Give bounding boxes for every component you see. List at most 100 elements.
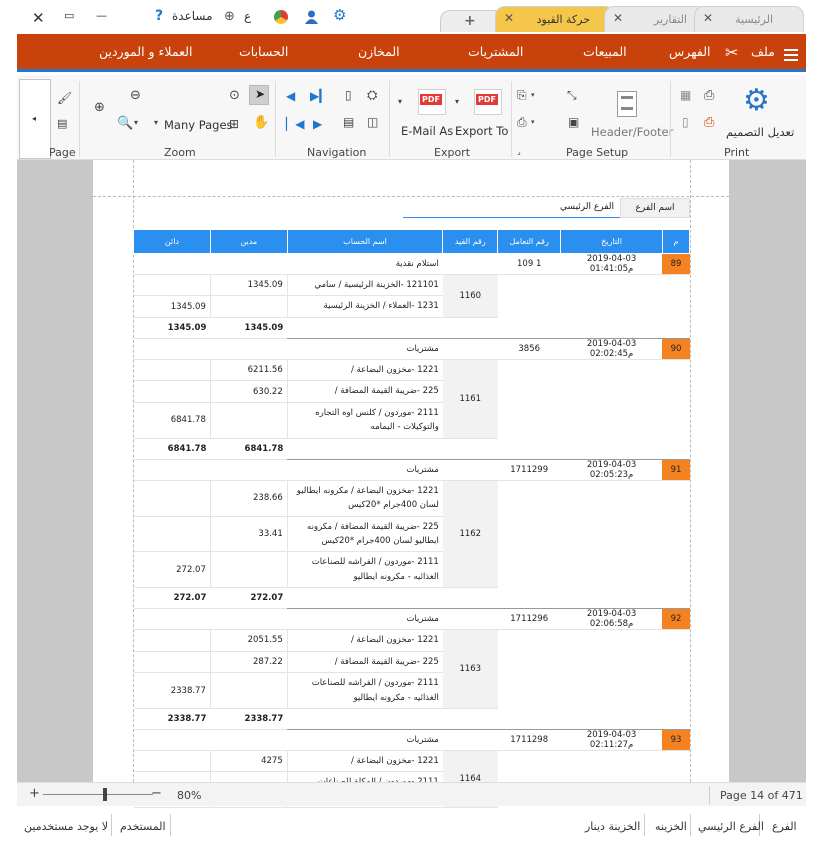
- entry-date: 2019-04-03 01:41:05م: [560, 253, 663, 275]
- export-to-label[interactable]: Export To: [455, 124, 508, 138]
- entry-header-row: مشتريات 1711298 2019-04-03 02:11:27م 93: [133, 729, 690, 751]
- quick-print-icon[interactable]: ⎙: [704, 115, 714, 130]
- close-app-icon[interactable]: ✕: [32, 9, 45, 27]
- entry-serial: 91: [662, 459, 690, 481]
- entry-serial: 90: [662, 338, 690, 360]
- zoom-slider-thumb[interactable]: [103, 788, 107, 801]
- page-setup-small-icon[interactable]: ▯: [682, 115, 689, 129]
- hamburger-menu-icon[interactable]: [784, 46, 798, 65]
- thumbnails-icon[interactable]: ◫: [367, 115, 378, 129]
- page-info: Page 14 of 471: [720, 789, 803, 802]
- report-page: اسم الفرع الفرع الرئيسي دائن مدين اسم ال…: [93, 160, 729, 830]
- line-account: 2111 -موردون / كلنس اوه التجاره والتوكيل…: [287, 402, 443, 439]
- status-branch-value: الفرع الرئيسي: [698, 820, 764, 833]
- many-pages-icon[interactable]: ⊞: [229, 117, 239, 131]
- parameters-icon[interactable]: ▤: [343, 115, 354, 129]
- line-credit: [133, 480, 211, 517]
- header-deal-no: رقم التعامل: [497, 229, 562, 254]
- ribbon-scroll-left-button[interactable]: ◂: [19, 79, 51, 159]
- watermark-icon[interactable]: ▤: [57, 117, 67, 130]
- menu-index[interactable]: الفهرس: [669, 44, 711, 59]
- next-page-icon[interactable]: ▶: [313, 117, 322, 131]
- language-label[interactable]: ع: [244, 9, 251, 23]
- email-as-label[interactable]: E-Mail As: [401, 124, 453, 138]
- many-pages-dropdown-icon[interactable]: ▾: [154, 118, 158, 127]
- menu-accounts[interactable]: الحسابات: [239, 44, 288, 59]
- zoom-in-icon[interactable]: ⊕: [94, 100, 105, 115]
- zoom-page-icon[interactable]: ⊙: [229, 88, 240, 103]
- zoom-minus-button[interactable]: −: [151, 786, 162, 801]
- entry-type: مشتريات: [133, 729, 443, 751]
- hand-tool-icon[interactable]: ✋: [253, 115, 269, 130]
- line-credit: [133, 516, 211, 553]
- zoom-slider-track[interactable]: [43, 794, 153, 795]
- entry-line-row: 6211.56 1221 -مخزون البضاعة /1161: [133, 359, 690, 439]
- help-icon[interactable]: ?: [155, 8, 163, 24]
- email-pdf-icon[interactable]: PDF: [418, 89, 446, 115]
- margins-icon[interactable]: ⤡: [567, 88, 577, 103]
- page-color-icon[interactable]: 🖌: [57, 91, 72, 105]
- menu-purchases[interactable]: المشتريات: [468, 44, 523, 59]
- print-options-icon[interactable]: ▦: [680, 88, 691, 102]
- print-icon[interactable]: ⎙: [704, 88, 714, 103]
- email-dropdown-icon[interactable]: ▾: [398, 97, 402, 106]
- document-preview-area[interactable]: اسم الفرع الفرع الرئيسي دائن مدين اسم ال…: [17, 160, 806, 830]
- many-pages-label[interactable]: Many Pages: [164, 118, 233, 132]
- pointer-tool-button[interactable]: ➤: [249, 85, 269, 105]
- app-logo-icon[interactable]: [274, 10, 288, 24]
- paper-size-icon[interactable]: ⎙: [517, 115, 527, 130]
- zoom-plus-button[interactable]: +: [29, 786, 40, 801]
- page-setup-launcher-icon[interactable]: ⌟: [517, 147, 521, 156]
- line-credit: 272.07: [133, 551, 211, 589]
- last-page-icon[interactable]: ▶▎: [310, 89, 328, 103]
- minimize-icon[interactable]: —: [96, 9, 107, 22]
- menu-customers-suppliers[interactable]: العملاء و الموردين: [99, 44, 192, 59]
- entry-total-row: 6841.78 6841.78: [133, 437, 690, 460]
- maximize-icon[interactable]: ▭: [64, 9, 74, 22]
- zoom-out-icon[interactable]: ⊖: [130, 88, 141, 103]
- export-dropdown-icon[interactable]: ▾: [455, 97, 459, 106]
- tab-home[interactable]: ✕ الرئيسية: [694, 6, 804, 32]
- line-debit: [210, 672, 288, 709]
- zoom-icon[interactable]: 🔍: [117, 116, 133, 131]
- entry-number: 1162: [442, 480, 498, 589]
- ribbon-toolbar: ◂ 🖌 ▤ Page ⊕ ⊖ 🔍 ▾ ▾ Many Pages ⊞ ⊙ ➤ ✋ …: [17, 75, 806, 160]
- bookmarks-icon[interactable]: ▯: [345, 88, 352, 102]
- user-icon[interactable]: [305, 9, 318, 24]
- zoom-dropdown-icon[interactable]: ▾: [134, 118, 138, 127]
- paper-size-dropdown-icon[interactable]: ▾: [531, 118, 535, 126]
- header-footer-icon[interactable]: [617, 91, 637, 117]
- edit-design-label[interactable]: تعديل التصميم: [726, 125, 794, 139]
- entry-date: 2019-04-03 02:05:23م: [560, 459, 663, 481]
- header-footer-label[interactable]: Header/Footer: [591, 125, 673, 139]
- export-pdf-icon[interactable]: PDF: [474, 89, 502, 115]
- orientation-icon[interactable]: ⎘: [517, 88, 527, 103]
- total-debit: 6841.78: [210, 437, 288, 460]
- tab-journal-movements[interactable]: ✕ حركة القيود: [495, 6, 615, 32]
- line-debit: 287.22: [210, 651, 288, 674]
- previous-page-icon[interactable]: ◀: [286, 89, 295, 103]
- entry-serial: 93: [662, 729, 690, 751]
- line-debit: 4275: [210, 750, 288, 773]
- entry-type: استلام نقدية: [133, 253, 443, 275]
- menu-file[interactable]: ملف: [751, 44, 775, 59]
- close-tab-icon[interactable]: ✕: [703, 11, 713, 25]
- status-treasury-value: الخزينة دينار: [585, 820, 641, 833]
- globe-icon[interactable]: ⊕: [224, 9, 235, 24]
- orientation-dropdown-icon[interactable]: ▾: [531, 91, 535, 99]
- entry-date: 2019-04-03 02:02:45م: [560, 338, 663, 360]
- close-tab-icon[interactable]: ✕: [613, 11, 623, 25]
- edit-design-gear-icon[interactable]: ⚙: [743, 83, 770, 118]
- close-tab-icon[interactable]: ✕: [504, 11, 514, 25]
- tab-reports[interactable]: ✕ التقارير: [604, 6, 708, 32]
- find-binoculars-icon[interactable]: ⛭: [367, 88, 377, 103]
- help-label[interactable]: مساعدة: [172, 9, 213, 23]
- group-label-zoom: Zoom: [164, 146, 196, 159]
- menu-stores[interactable]: المخازن: [358, 44, 400, 59]
- line-debit: 2051.55: [210, 629, 288, 652]
- first-page-icon[interactable]: ▏◀: [286, 117, 304, 131]
- menu-sales[interactable]: المبيعات: [583, 44, 627, 59]
- settings-gear-icon[interactable]: ⚙: [333, 6, 346, 24]
- scale-icon[interactable]: ▣: [568, 115, 579, 129]
- line-account: 121101 -الخزينة الرئيسية / سامي: [287, 274, 443, 297]
